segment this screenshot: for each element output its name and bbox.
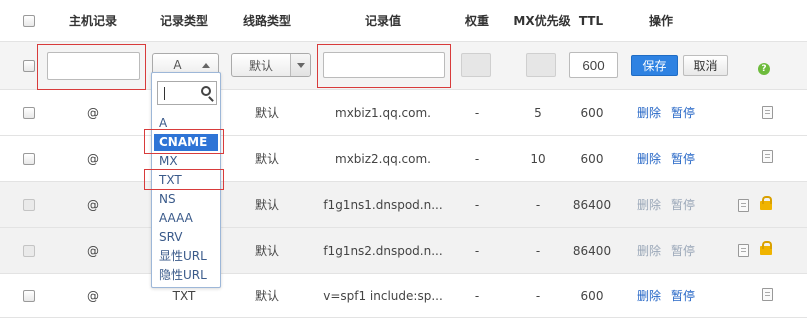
row-ttl: 600 xyxy=(580,288,604,303)
row-weight: - xyxy=(474,197,480,212)
delete-link: 删除 xyxy=(636,244,661,258)
caret-up-icon xyxy=(202,62,210,68)
header-host: 主机记录 xyxy=(68,14,117,28)
row-host: @ xyxy=(87,151,99,166)
row-host: @ xyxy=(87,243,99,258)
row-checkbox[interactable] xyxy=(23,244,35,257)
remark-icon[interactable] xyxy=(738,244,749,257)
row-mx: - xyxy=(535,288,541,303)
line-select[interactable]: 默认 xyxy=(231,53,311,77)
row-line: 默认 xyxy=(254,198,279,212)
header-type: 记录类型 xyxy=(159,14,208,28)
remark-icon[interactable] xyxy=(762,288,773,301)
table-row: @ 默认 f1g1ns2.dnspod.n... - - 86400 删除 暂停 xyxy=(0,228,807,274)
lock-icon xyxy=(760,196,772,210)
header-ttl: TTL xyxy=(578,13,604,28)
pause-link[interactable]: 暂停 xyxy=(671,287,695,304)
record-value-input[interactable] xyxy=(323,52,445,78)
line-select-value: 默认 xyxy=(248,58,273,73)
row-weight: - xyxy=(474,288,480,303)
row-checkbox[interactable] xyxy=(23,152,35,165)
row-host: @ xyxy=(87,197,99,212)
table-row: @ 默认 f1g1ns1.dnspod.n... - - 86400 删除 暂停 xyxy=(0,182,807,228)
option-implicit-url[interactable]: 隐性URL xyxy=(154,267,218,284)
option-srv[interactable]: SRV xyxy=(154,229,218,246)
table-row: @ 默认 mxbiz2.qq.com. - 10 600 删除 暂停 xyxy=(0,136,807,182)
cname-highlight xyxy=(144,129,224,154)
row-line: 默认 xyxy=(254,106,279,120)
row-checkbox[interactable] xyxy=(23,289,35,302)
row-value: f1g1ns1.dnspod.n... xyxy=(323,197,443,212)
chevron-down-icon xyxy=(296,62,305,68)
delete-link[interactable]: 删除 xyxy=(637,104,661,121)
delete-link: 删除 xyxy=(636,198,661,212)
row-weight: - xyxy=(474,243,480,258)
row-mx: 5 xyxy=(534,105,542,120)
pause-link[interactable]: 暂停 xyxy=(671,150,695,167)
option-explicit-url[interactable]: 显性URL xyxy=(154,248,218,265)
pause-link: 暂停 xyxy=(671,198,696,212)
remark-icon[interactable] xyxy=(762,106,773,119)
delete-link[interactable]: 删除 xyxy=(637,287,661,304)
text-cursor xyxy=(164,87,165,100)
row-mx: - xyxy=(535,243,541,258)
type-select-value: A xyxy=(173,58,182,72)
host-input[interactable] xyxy=(47,52,140,80)
select-all-checkbox[interactable] xyxy=(23,14,35,27)
row-mx: 10 xyxy=(530,151,546,166)
cancel-button[interactable]: 取消 xyxy=(683,55,728,76)
option-ns[interactable]: NS xyxy=(154,191,218,208)
row-host: @ xyxy=(87,288,99,303)
mx-input[interactable] xyxy=(526,53,556,77)
header-value: 记录值 xyxy=(364,14,401,28)
row-value: mxbiz1.qq.com. xyxy=(335,105,431,120)
delete-link[interactable]: 删除 xyxy=(637,150,661,167)
remark-icon[interactable] xyxy=(738,199,749,212)
row-checkbox[interactable] xyxy=(23,198,35,211)
row-checkbox[interactable] xyxy=(23,106,35,119)
row-host: @ xyxy=(87,105,99,120)
dropdown-search-input[interactable] xyxy=(157,81,217,105)
table-row: @ 默认 mxbiz1.qq.com. - 5 600 删除 暂停 xyxy=(0,90,807,136)
row-line: 默认 xyxy=(254,152,279,166)
row-line: 默认 xyxy=(254,289,279,303)
remark-icon[interactable] xyxy=(762,150,773,163)
row-weight: - xyxy=(474,151,480,166)
row-ttl: 600 xyxy=(580,151,604,166)
option-mx[interactable]: MX xyxy=(154,153,218,170)
row-value: v=spf1 include:sp... xyxy=(323,288,443,303)
row-weight: - xyxy=(474,105,480,120)
row-value: mxbiz2.qq.com. xyxy=(335,151,431,166)
table-header: 主机记录 记录类型 线路类型 记录值 权重 MX优先级 TTL 操作 xyxy=(0,0,807,42)
header-weight: 权重 xyxy=(464,14,489,28)
edit-row-checkbox[interactable] xyxy=(23,59,35,72)
help-icon[interactable]: ? xyxy=(758,63,770,75)
table-row: @ TXT 默认 v=spf1 include:sp... - - 600 删除… xyxy=(0,274,807,318)
row-ttl: 86400 xyxy=(572,197,612,212)
weight-input[interactable] xyxy=(461,53,491,77)
header-action: 操作 xyxy=(648,14,673,28)
lock-icon xyxy=(760,241,772,255)
pause-link[interactable]: 暂停 xyxy=(671,104,695,121)
row-ttl: 600 xyxy=(580,105,604,120)
search-icon xyxy=(201,86,211,96)
header-line: 线路类型 xyxy=(242,14,291,28)
row-mx: - xyxy=(535,197,541,212)
option-aaaa[interactable]: AAAA xyxy=(154,210,218,227)
ttl-input[interactable] xyxy=(569,52,618,78)
pause-link: 暂停 xyxy=(671,244,696,258)
row-value: f1g1ns2.dnspod.n... xyxy=(323,243,443,258)
save-button[interactable]: 保存 xyxy=(631,55,678,76)
txt-highlight xyxy=(144,169,224,190)
row-line: 默认 xyxy=(254,244,279,258)
row-ttl: 86400 xyxy=(572,243,612,258)
edit-row: A 默认 保存 取消 ? xyxy=(0,42,807,90)
